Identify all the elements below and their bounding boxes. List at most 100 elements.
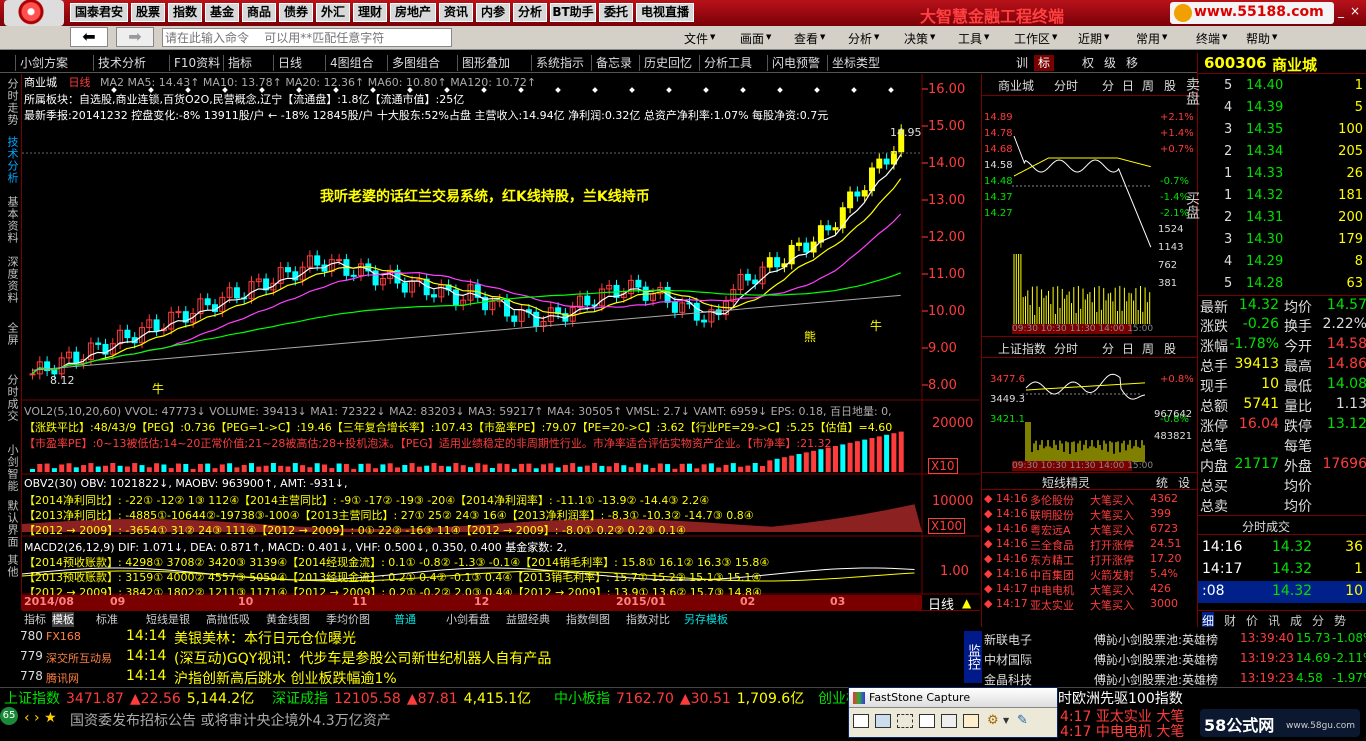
title-button-12[interactable]: BT助手 — [550, 3, 596, 22]
chart-tool-button-4[interactable]: 级 — [1100, 55, 1120, 71]
mc1-tab-1[interactable]: 分时 — [1054, 77, 1078, 94]
title-button-8[interactable]: 房地产 — [390, 3, 436, 22]
capture-fullscreen-icon[interactable] — [919, 714, 935, 728]
template-tab-1[interactable]: 模板 — [52, 612, 74, 627]
main-menu-item-6[interactable]: 工作区 — [1014, 30, 1050, 47]
template-tab-3[interactable]: 短线是银 — [146, 612, 190, 627]
main-menu-item-1[interactable]: 画面 — [740, 30, 764, 47]
main-menu-item-3[interactable]: 分析 — [848, 30, 872, 47]
main-menu-item-4[interactable]: 决策 — [904, 30, 928, 47]
template-tab-8[interactable]: 小剑看盘 — [446, 612, 490, 627]
command-input[interactable] — [162, 28, 452, 47]
title-button-0[interactable]: 国泰君安 — [70, 3, 128, 22]
news-row[interactable]: 780 FX168 14:14 美银美林：本行日元仓位曝光 — [0, 627, 962, 647]
buy-row[interactable]: 2 14.31 200 — [1198, 207, 1366, 229]
left-nav-item-6[interactable]: 小剑智能 — [2, 444, 20, 492]
close-icon[interactable]: × — [1350, 4, 1360, 18]
chart-tool-button-7[interactable] — [1166, 55, 1186, 71]
chart-menu-item-4[interactable]: 日线 — [278, 55, 302, 71]
left-nav-item-2[interactable]: 基本资料 — [2, 196, 20, 244]
mc1-tab-3[interactable]: 日 — [1122, 77, 1134, 94]
chart-tool-button-0[interactable]: 训 — [1012, 55, 1032, 71]
period-arrow-icon[interactable]: ▲ — [962, 596, 971, 610]
title-button-14[interactable]: 电视直播 — [636, 3, 694, 22]
title-button-6[interactable]: 外汇 — [316, 3, 350, 22]
mc1-tab-2[interactable]: 分 — [1102, 77, 1114, 94]
mc2-tab-2[interactable]: 分 — [1102, 340, 1114, 357]
shortline-row[interactable]: ◆ 14:16 中百集团 火箭发射 5.4% — [982, 567, 1198, 582]
title-button-3[interactable]: 基金 — [205, 3, 239, 22]
chart-menu-item-3[interactable]: 指标 — [228, 55, 252, 71]
template-tab-0[interactable]: 指标 — [24, 612, 46, 627]
title-button-5[interactable]: 债券 — [279, 3, 313, 22]
template-tab-10[interactable]: 指数倒图 — [566, 612, 610, 627]
news-row[interactable]: 778 腾讯网 14:14 沪指创新高后跳水 创业板跌幅逾1% — [0, 667, 962, 687]
chart-menu-item-9[interactable]: 备忘录 — [596, 55, 632, 71]
chart-menu-item-12[interactable]: 闪电预警 — [772, 55, 820, 71]
buy-row[interactable]: 1 14.32 181 — [1198, 185, 1366, 207]
buy-row[interactable]: 5 14.28 63 — [1198, 273, 1366, 295]
forward-button[interactable]: ➡ — [116, 27, 154, 47]
shortline-row[interactable]: ◆ 14:16 三全食品 打开涨停 24.51 — [982, 537, 1198, 552]
chart-menu-item-8[interactable]: 系统指示 — [536, 55, 584, 71]
chart-tool-button-2[interactable] — [1056, 55, 1076, 71]
template-tab-2[interactable]: 标准 — [96, 612, 118, 627]
title-button-13[interactable]: 委托 — [599, 3, 633, 22]
mc1-tab-0[interactable]: 商业城 — [998, 77, 1034, 94]
main-menu-item-2[interactable]: 查看 — [794, 30, 818, 47]
tool-icon[interactable]: ✎ — [1017, 713, 1028, 728]
settings-icon[interactable]: ⚙ — [987, 713, 999, 728]
watch-row[interactable]: 中材国际 傅訫小剑股票池:英雄榜 13:19:2314.69-2.11% — [984, 649, 1366, 669]
capture-object-icon[interactable] — [875, 714, 891, 728]
title-button-11[interactable]: 分析 — [513, 3, 547, 22]
watch-row[interactable]: 金晶科技 傅訫小剑股票池:英雄榜 13:19:234.58 -1.97% — [984, 669, 1366, 689]
news-row[interactable]: 779 深交所互动易 14:14 (深互动)GQY视讯：代步车是参股公司新世纪机器人自… — [0, 647, 962, 667]
back-button[interactable]: ⬅ — [70, 27, 108, 47]
left-nav-item-8[interactable]: 其他 — [2, 554, 20, 578]
main-menu-item-0[interactable]: 文件 — [684, 30, 708, 47]
left-nav-item-5[interactable]: 分时成交 — [2, 374, 20, 422]
chart-menu-item-7[interactable]: 图形叠加 — [462, 55, 510, 71]
capture-freehand-icon[interactable] — [941, 714, 957, 728]
status-news-text[interactable]: 国资委发布招标公告 或将审计央企境外4.3万亿资产 — [70, 710, 391, 730]
chart-menu-item-6[interactable]: 多图组合 — [392, 55, 440, 71]
template-tab-6[interactable]: 季均价图 — [326, 612, 370, 627]
title-button-4[interactable]: 商品 — [242, 3, 276, 22]
status-nav-icons[interactable]: ‹ › ★ — [24, 710, 57, 726]
chart-tool-button-1[interactable]: 标 — [1034, 55, 1054, 71]
title-button-10[interactable]: 内参 — [476, 3, 510, 22]
shortline-row[interactable]: ◆ 14:16 粤宏远A 大笔买入 6723 — [982, 522, 1198, 537]
title-button-2[interactable]: 指数 — [168, 3, 202, 22]
main-menu-item-10[interactable]: 帮助 — [1246, 30, 1270, 47]
main-menu-item-7[interactable]: 近期 — [1078, 30, 1102, 47]
main-menu-item-9[interactable]: 终端 — [1196, 30, 1220, 47]
watch-row[interactable]: 新联电子 傅訫小剑股票池:英雄榜 13:39:4015.73-1.08% — [984, 629, 1366, 649]
chart-menu-item-0[interactable]: 小剑方案 — [20, 55, 68, 71]
capture-scroll-icon[interactable] — [963, 714, 979, 728]
shortline-row[interactable]: ◆ 14:17 亚太实业 大笔买入 3000 — [982, 597, 1198, 612]
mc2-tab-5[interactable]: 股 — [1164, 340, 1176, 357]
chart-menu-item-5[interactable]: 4图组合 — [330, 55, 374, 71]
mc1-tab-4[interactable]: 周 — [1142, 77, 1154, 94]
chart-menu-item-11[interactable]: 分析工具 — [704, 55, 752, 71]
capture-region-icon[interactable] — [897, 714, 913, 728]
chart-menu-item-13[interactable]: 坐标类型 — [832, 55, 880, 71]
mc2-tab-1[interactable]: 分时 — [1054, 340, 1078, 357]
capture-window-icon[interactable] — [853, 714, 869, 728]
chart-menu-item-10[interactable]: 历史回忆 — [644, 55, 692, 71]
template-tab-7[interactable]: 普通 — [394, 612, 416, 627]
buy-row[interactable]: 3 14.30 179 — [1198, 229, 1366, 251]
chart-tool-button-3[interactable]: 权 — [1078, 55, 1098, 71]
shortline-tab-settings[interactable]: 设 — [1178, 474, 1190, 491]
chart-tool-button-5[interactable]: 移 — [1122, 55, 1142, 71]
sell-row[interactable]: 4 14.39 5 — [1198, 97, 1366, 119]
chart-menu-item-2[interactable]: F10资料 — [174, 55, 220, 71]
dropdown-icon[interactable]: ▼ — [1003, 716, 1009, 725]
sell-row[interactable]: 5 14.40 1 — [1198, 75, 1366, 97]
template-tab-4[interactable]: 高抛低吸 — [206, 612, 250, 627]
template-tab-12[interactable]: 另存模板 — [684, 612, 728, 627]
mc2-tab-3[interactable]: 日 — [1122, 340, 1134, 357]
title-button-1[interactable]: 股票 — [131, 3, 165, 22]
main-menu-item-5[interactable]: 工具 — [958, 30, 982, 47]
minimize-icon[interactable]: _ — [1338, 4, 1344, 18]
